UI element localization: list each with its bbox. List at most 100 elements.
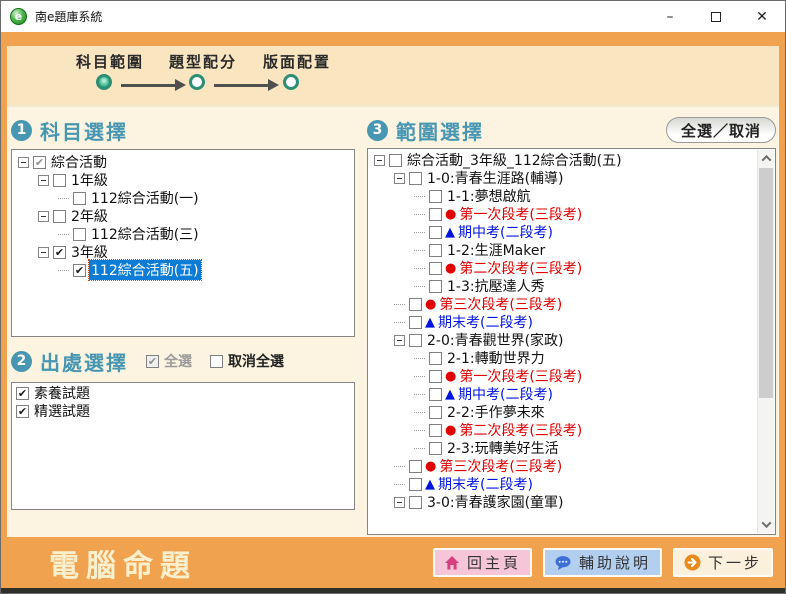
tree-item-label[interactable]: 第一次段考(三段考) — [457, 204, 584, 224]
source-list-panel[interactable]: ✔素養試題✔精選試題 — [11, 382, 355, 510]
tree-item-label[interactable]: 1年級 — [69, 170, 110, 190]
range-tree-panel[interactable]: 綜合活動_3年級_112綜合活動(五)1-0:青春生涯路(輔導)1-1:夢想啟航… — [367, 148, 776, 535]
tree-item[interactable]: 1-0:青春生涯路(輔導) — [368, 169, 757, 187]
list-item-label[interactable]: 精選試題 — [32, 401, 92, 421]
tree-item-label[interactable]: 3年級 — [69, 242, 110, 262]
tree-item-checkbox[interactable]: ✔ — [53, 246, 66, 259]
tree-item-label[interactable]: 2-0:青春觀世界(家政) — [425, 330, 566, 350]
tree-item-checkbox[interactable] — [429, 352, 442, 365]
list-item-checkbox[interactable]: ✔ — [16, 387, 29, 400]
tree-item-checkbox[interactable] — [409, 496, 422, 509]
tree-item-label[interactable]: 期末考(二段考) — [436, 312, 535, 332]
tree-item-label[interactable]: 期中考(二段考) — [456, 384, 555, 404]
tree-item-label[interactable]: 2-3:玩轉美好生活 — [445, 438, 561, 458]
tree-item-label[interactable]: 綜合活動 — [49, 152, 109, 172]
tree-item[interactable]: 2-1:轉動世界力 — [368, 349, 757, 367]
tree-item[interactable]: ▲期末考(二段考) — [368, 475, 757, 493]
tree-item[interactable]: ✔112綜合活動(五) — [12, 261, 354, 279]
tree-item-checkbox[interactable] — [409, 460, 422, 473]
scrollbar-thumb[interactable] — [759, 168, 773, 398]
tree-item-checkbox[interactable] — [409, 478, 422, 491]
tree-item-label[interactable]: 1-0:青春生涯路(輔導) — [425, 168, 566, 188]
tree-item-label[interactable]: 第二次段考(三段考) — [457, 420, 584, 440]
tree-item-label[interactable]: 第三次段考(三段考) — [437, 294, 564, 314]
tree-item[interactable]: 112綜合活動(三) — [12, 225, 354, 243]
tree-item[interactable]: ●第二次段考(三段考) — [368, 421, 757, 439]
tree-item-checkbox[interactable] — [429, 424, 442, 437]
tree-item-checkbox[interactable] — [429, 370, 442, 383]
tree-item-checkbox[interactable] — [429, 280, 442, 293]
tree-item-checkbox[interactable] — [389, 154, 402, 167]
tree-item[interactable]: ●第二次段考(三段考) — [368, 259, 757, 277]
list-item[interactable]: ✔素養試題 — [12, 384, 354, 402]
tree-item[interactable]: 3-0:青春護家園(童軍) — [368, 493, 757, 511]
tree-item-checkbox[interactable] — [429, 442, 442, 455]
select-all-checkbox[interactable]: ✔ — [146, 355, 159, 368]
tree-item-checkbox[interactable] — [409, 334, 422, 347]
tree-item[interactable]: 1-1:夢想啟航 — [368, 187, 757, 205]
tree-item-label[interactable]: 1-3:抗壓達人秀 — [445, 276, 547, 296]
tree-item-checkbox[interactable] — [409, 316, 422, 329]
tree-item[interactable]: ●第一次段考(三段考) — [368, 205, 757, 223]
home-button[interactable]: 回主頁 — [433, 548, 532, 577]
tree-item-checkbox[interactable]: ✔ — [73, 264, 86, 277]
tree-item-checkbox[interactable] — [73, 228, 86, 241]
tree-item-label[interactable]: 2-1:轉動世界力 — [445, 348, 547, 368]
tree-item[interactable]: ▲期中考(二段考) — [368, 385, 757, 403]
scrollbar[interactable] — [757, 150, 774, 533]
tree-item-label[interactable]: 第三次段考(三段考) — [437, 456, 564, 476]
tree-item-label[interactable]: 2年級 — [69, 206, 110, 226]
tree-item-checkbox[interactable] — [429, 190, 442, 203]
tree-item[interactable]: 1年級 — [12, 171, 354, 189]
subject-tree-panel[interactable]: ✔綜合活動1年級112綜合活動(一)2年級112綜合活動(三)✔3年級✔112綜… — [11, 149, 355, 337]
tree-item-checkbox[interactable]: ✔ — [33, 156, 46, 169]
tree-item[interactable]: 1-3:抗壓達人秀 — [368, 277, 757, 295]
tree-item-label[interactable]: 第二次段考(三段考) — [457, 258, 584, 278]
expand-collapse-icon[interactable] — [394, 173, 405, 184]
tree-item-label[interactable]: 3-0:青春護家園(童軍) — [425, 492, 566, 512]
expand-collapse-icon[interactable] — [374, 155, 385, 166]
deselect-all-checkbox[interactable] — [210, 355, 223, 368]
tree-item-label[interactable]: 期末考(二段考) — [436, 474, 535, 494]
tree-item[interactable]: ●第三次段考(三段考) — [368, 457, 757, 475]
toggle-all-button[interactable]: 全選／取消 — [666, 117, 776, 143]
tree-item-label[interactable]: 1-2:生涯Maker — [445, 240, 547, 260]
tree-item-label[interactable]: 2-2:手作夢未來 — [445, 402, 547, 422]
tree-item[interactable]: ●第一次段考(三段考) — [368, 367, 757, 385]
tree-item-checkbox[interactable] — [73, 192, 86, 205]
tree-item[interactable]: ▲期末考(二段考) — [368, 313, 757, 331]
expand-collapse-icon[interactable] — [38, 175, 49, 186]
tree-item-checkbox[interactable] — [409, 298, 422, 311]
tree-item[interactable]: 2年級 — [12, 207, 354, 225]
tree-item[interactable]: 綜合活動_3年級_112綜合活動(五) — [368, 151, 757, 169]
expand-collapse-icon[interactable] — [394, 497, 405, 508]
tree-item-checkbox[interactable] — [429, 406, 442, 419]
maximize-button[interactable] — [693, 1, 739, 32]
tree-item-label[interactable]: 112綜合活動(三) — [89, 224, 201, 244]
tree-item[interactable]: ✔3年級 — [12, 243, 354, 261]
expand-collapse-icon[interactable] — [394, 335, 405, 346]
tree-item[interactable]: 2-2:手作夢未來 — [368, 403, 757, 421]
scroll-down-icon[interactable] — [758, 516, 775, 533]
tree-item-label[interactable]: 112綜合活動(一) — [89, 188, 201, 208]
tree-item[interactable]: 2-3:玩轉美好生活 — [368, 439, 757, 457]
list-item-label[interactable]: 素養試題 — [32, 383, 92, 403]
tree-item[interactable]: ●第三次段考(三段考) — [368, 295, 757, 313]
tree-item-label[interactable]: 綜合活動_3年級_112綜合活動(五) — [405, 150, 624, 170]
tree-item-checkbox[interactable] — [409, 172, 422, 185]
tree-item-checkbox[interactable] — [53, 210, 66, 223]
tree-item[interactable]: ▲期中考(二段考) — [368, 223, 757, 241]
expand-collapse-icon[interactable] — [38, 247, 49, 258]
tree-item-label[interactable]: 1-1:夢想啟航 — [445, 186, 533, 206]
close-button[interactable]: ✕ — [739, 1, 785, 32]
tree-item-checkbox[interactable] — [429, 226, 442, 239]
tree-item-checkbox[interactable] — [429, 388, 442, 401]
scroll-up-icon[interactable] — [758, 150, 775, 167]
expand-collapse-icon[interactable] — [18, 157, 29, 168]
tree-item-checkbox[interactable] — [429, 208, 442, 221]
tree-item-label[interactable]: 期中考(二段考) — [456, 222, 555, 242]
tree-item[interactable]: 1-2:生涯Maker — [368, 241, 757, 259]
list-item-checkbox[interactable]: ✔ — [16, 405, 29, 418]
tree-item-checkbox[interactable] — [53, 174, 66, 187]
list-item[interactable]: ✔精選試題 — [12, 402, 354, 420]
